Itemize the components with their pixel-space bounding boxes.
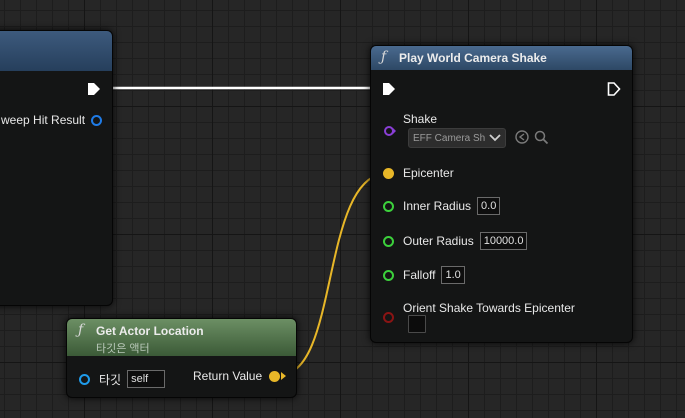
play-shake-header: ƒ Play World Camera Shake — [371, 46, 632, 70]
function-icon: ƒ — [381, 49, 387, 65]
object-ref-pin-icon[interactable] — [79, 373, 90, 385]
get-actor-location-node[interactable]: ƒ Get Actor Location 타깃은 액터 타깃 self Retu… — [66, 318, 297, 398]
chevron-down-icon — [489, 134, 501, 142]
float-pin-icon[interactable] — [383, 269, 394, 281]
shake-class-dropdown[interactable]: EFF Camera Sh — [408, 128, 506, 148]
vector-pin-icon[interactable] — [269, 370, 281, 382]
orient-shake-checkbox[interactable] — [408, 315, 426, 333]
outer-radius-pin[interactable]: Outer Radius 10000.0 — [383, 231, 528, 251]
function-icon: ƒ — [78, 322, 84, 338]
shake-class-value: EFF Camera Sh — [413, 132, 486, 144]
get-location-subtitle: 타깃은 액터 — [96, 343, 150, 355]
browse-search-icon[interactable] — [533, 129, 549, 145]
falloff-pin[interactable]: Falloff 1.0 — [383, 265, 465, 285]
vector-pin-icon[interactable] — [383, 167, 394, 179]
float-pin-icon[interactable] — [383, 235, 394, 247]
object-pin-icon[interactable] — [383, 124, 397, 138]
epicenter-pin[interactable]: Epicenter — [383, 163, 454, 183]
exec-in-pin[interactable] — [382, 81, 396, 97]
use-selected-icon[interactable] — [514, 129, 530, 145]
exec-out-pin[interactable] — [607, 81, 621, 97]
float-pin-icon[interactable] — [383, 200, 394, 212]
falloff-input[interactable]: 1.0 — [441, 266, 465, 284]
exec-out-pin[interactable] — [87, 81, 101, 97]
inner-radius-label: Inner Radius — [403, 199, 472, 213]
epicenter-label: Epicenter — [403, 166, 454, 180]
outer-radius-input[interactable]: 10000.0 — [479, 232, 528, 250]
target-label: 타깃 — [99, 372, 122, 387]
return-value-pin[interactable]: Return Value — [193, 366, 287, 386]
shake-label: Shake — [403, 112, 438, 126]
orient-shake-label: Orient Shake Towards Epicenter — [403, 301, 575, 315]
sweep-hit-result-pin[interactable]: weep Hit Result — [1, 110, 103, 130]
target-self-input[interactable]: self — [127, 370, 166, 388]
bool-pin-icon[interactable] — [383, 311, 394, 323]
partial-left-node[interactable]: weep Hit Result — [0, 30, 113, 306]
falloff-label: Falloff — [403, 268, 436, 282]
get-location-title: Get Actor Location — [96, 324, 204, 338]
outer-radius-label: Outer Radius — [403, 234, 474, 248]
target-pin[interactable]: 타깃 self — [79, 369, 166, 389]
sweep-hit-result-label: weep Hit Result — [1, 113, 86, 127]
inner-radius-input[interactable]: 0.0 — [477, 197, 501, 215]
play-shake-title: Play World Camera Shake — [399, 51, 547, 65]
partial-node-header — [0, 31, 112, 71]
pin-arrow-icon — [281, 372, 287, 380]
get-location-header: ƒ Get Actor Location 타깃은 액터 — [67, 319, 296, 356]
struct-pin-icon[interactable] — [91, 114, 103, 126]
play-world-camera-shake-node[interactable]: ƒ Play World Camera Shake Shake EFF Came… — [370, 45, 633, 343]
return-value-label: Return Value — [193, 369, 263, 383]
inner-radius-pin[interactable]: Inner Radius 0.0 — [383, 196, 501, 216]
